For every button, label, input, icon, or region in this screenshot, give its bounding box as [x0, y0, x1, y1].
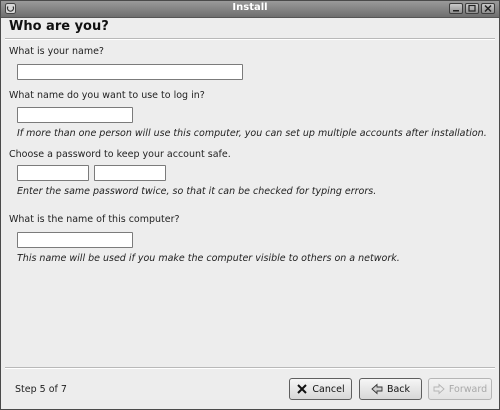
minimize-icon: [453, 10, 459, 12]
name-label: What is your name?: [9, 46, 104, 57]
header-divider: [5, 38, 495, 40]
minimize-button[interactable]: [449, 3, 463, 14]
window-title: Install: [232, 2, 268, 13]
maximize-icon: [468, 4, 476, 12]
back-button[interactable]: Back: [359, 378, 422, 400]
cancel-button[interactable]: Cancel: [289, 378, 352, 400]
back-button-label: Back: [386, 383, 411, 395]
name-input[interactable]: [17, 64, 243, 80]
installer-window: Install Who are you? What is your name? …: [0, 0, 500, 410]
password-input[interactable]: [17, 165, 89, 181]
login-hint: If more than one person will use this co…: [17, 128, 487, 139]
computer-name-input[interactable]: [17, 232, 133, 248]
maximize-button[interactable]: [465, 3, 479, 14]
footer-divider: [5, 367, 495, 369]
page-header: Who are you?: [1, 18, 499, 38]
password-hint: Enter the same password twice, so that i…: [17, 186, 377, 197]
close-button[interactable]: [481, 3, 495, 14]
page-title: Who are you?: [9, 19, 109, 34]
back-arrow-icon: [371, 383, 383, 395]
password-label: Choose a password to keep your account s…: [9, 149, 231, 160]
cancel-button-label: Cancel: [312, 383, 345, 395]
step-indicator: Step 5 of 7: [15, 384, 67, 395]
close-icon: [484, 4, 492, 13]
login-label: What name do you want to use to log in?: [9, 90, 205, 101]
computer-name-label: What is the name of this computer?: [9, 214, 180, 225]
forward-button[interactable]: Forward: [428, 378, 492, 400]
computer-name-hint: This name will be used if you make the c…: [17, 253, 400, 264]
forward-arrow-icon: [433, 383, 445, 395]
forward-button-label: Forward: [448, 383, 488, 395]
cancel-icon: [297, 384, 308, 394]
password-confirm-input[interactable]: [94, 165, 166, 181]
title-bar[interactable]: Install: [1, 1, 499, 18]
login-input[interactable]: [17, 107, 133, 123]
